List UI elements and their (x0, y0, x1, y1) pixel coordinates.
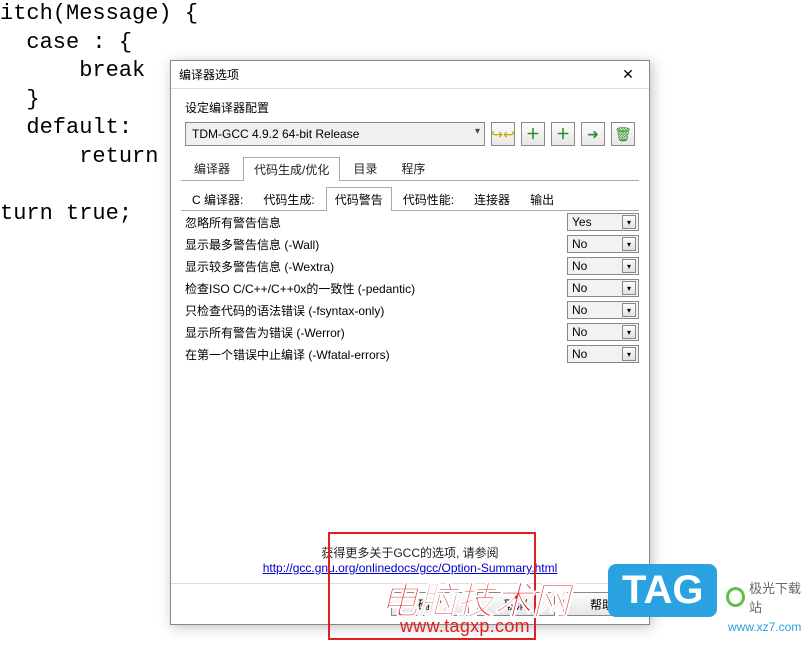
list-item: 显示最多警告信息 (-Wall) No ▾ (181, 233, 639, 255)
titlebar[interactable]: 编译器选项 ✕ (171, 61, 649, 89)
option-label: 只检查代码的语法错误 (-fsyntax-only) (185, 302, 567, 319)
xz7-logo: 极光下载站 www.xz7.com (726, 578, 809, 634)
close-button[interactable]: ✕ (611, 64, 645, 86)
tab-directories[interactable]: 目录 (342, 156, 388, 180)
compiler-set-combo[interactable]: TDM-GCC 4.9.2 64-bit Release ▾ (185, 122, 485, 146)
plus-icon: ＋ (526, 124, 540, 144)
main-tabstrip: 编译器 代码生成/优化 目录 程序 (181, 156, 639, 181)
subtab-linker[interactable]: 连接器 (465, 187, 519, 211)
add-set-button[interactable]: ＋ (521, 122, 545, 146)
trash-icon: 🗑 (614, 126, 632, 143)
option-label: 忽略所有警告信息 (185, 214, 567, 231)
find-compiler-button[interactable]: ➜ (581, 122, 605, 146)
chevron-down-icon: ▾ (622, 259, 636, 273)
option-value-combo[interactable]: No ▾ (567, 279, 639, 297)
compiler-options-dialog: 编译器选项 ✕ 设定编译器配置 TDM-GCC 4.9.2 64-bit Rel… (170, 60, 650, 625)
option-value-combo[interactable]: No ▾ (567, 345, 639, 363)
delete-set-button[interactable]: 🗑 (611, 122, 635, 146)
chevron-down-icon: ▾ (622, 325, 636, 339)
option-label: 显示所有警告为错误 (-Werror) (185, 324, 567, 341)
list-item: 忽略所有警告信息 Yes ▾ (181, 211, 639, 233)
subtab-c-compiler[interactable]: C 编译器: (183, 187, 252, 211)
option-value: No (572, 347, 587, 361)
dialog-title: 编译器选项 (179, 66, 611, 83)
warning-options-list: 忽略所有警告信息 Yes ▾ 显示最多警告信息 (-Wall) No ▾ 显示较… (181, 211, 639, 538)
option-value-combo[interactable]: Yes ▾ (567, 213, 639, 231)
section-label: 设定编译器配置 (185, 99, 635, 116)
tab-compiler[interactable]: 编译器 (183, 156, 241, 180)
xz7-url: www.xz7.com (728, 620, 801, 634)
option-value: No (572, 325, 587, 339)
tab-programs[interactable]: 程序 (390, 156, 436, 180)
option-value: Yes (572, 215, 592, 229)
code-background: itch(Message) { case : { break } default… (0, 0, 198, 229)
tag-badge: TAG (608, 564, 717, 617)
rename-set-button[interactable]: ↪↩ (491, 122, 515, 146)
chevron-down-icon: ▾ (622, 281, 636, 295)
option-value-combo[interactable]: No ▾ (567, 235, 639, 253)
list-item: 显示较多警告信息 (-Wextra) No ▾ (181, 255, 639, 277)
list-item: 显示所有警告为错误 (-Werror) No ▾ (181, 321, 639, 343)
arrow-right-icon: ➜ (587, 126, 599, 143)
tab-codegen[interactable]: 代码生成/优化 (243, 157, 340, 181)
compiler-set-value: TDM-GCC 4.9.2 64-bit Release (192, 127, 359, 141)
list-item: 在第一个错误中止编译 (-Wfatal-errors) No ▾ (181, 343, 639, 365)
list-item: 只检查代码的语法错误 (-fsyntax-only) No ▾ (181, 299, 639, 321)
subtab-performance[interactable]: 代码性能: (394, 187, 463, 211)
chevron-down-icon: ▾ (475, 126, 480, 137)
list-item: 检查ISO C/C++/C++0x的一致性 (-pedantic) No ▾ (181, 277, 639, 299)
option-value: No (572, 237, 587, 251)
option-value-combo[interactable]: No ▾ (567, 323, 639, 341)
subtab-output[interactable]: 输出 (521, 187, 563, 211)
subtab-codegen[interactable]: 代码生成: (254, 187, 323, 211)
option-value: No (572, 281, 587, 295)
subtab-warnings[interactable]: 代码警告 (326, 187, 392, 211)
chevron-down-icon: ▾ (622, 303, 636, 317)
chevron-down-icon: ▾ (622, 215, 636, 229)
option-label: 显示较多警告信息 (-Wextra) (185, 258, 567, 275)
add-copy-set-button[interactable]: ＋ (551, 122, 575, 146)
option-label: 检查ISO C/C++/C++0x的一致性 (-pedantic) (185, 280, 567, 297)
option-label: 在第一个错误中止编译 (-Wfatal-errors) (185, 346, 567, 363)
footer-note: 获得更多关于GCC的选项, 请参阅 (181, 544, 639, 561)
brand-url-watermark: www.tagxp.com (400, 616, 530, 637)
option-label: 显示最多警告信息 (-Wall) (185, 236, 567, 253)
sub-tabstrip: C 编译器: 代码生成: 代码警告 代码性能: 连接器 输出 (181, 187, 639, 211)
option-value-combo[interactable]: No ▾ (567, 301, 639, 319)
option-value-combo[interactable]: No ▾ (567, 257, 639, 275)
plus-copy-icon: ＋ (556, 124, 570, 144)
xz7-logo-text: 极光下载站 (749, 578, 809, 616)
chevron-down-icon: ▾ (622, 347, 636, 361)
chevron-down-icon: ▾ (622, 237, 636, 251)
arrows-icon: ↪↩ (491, 126, 514, 143)
option-value: No (572, 303, 587, 317)
option-value: No (572, 259, 587, 273)
close-icon: ✕ (622, 66, 634, 83)
xz7-logo-icon (726, 587, 745, 607)
